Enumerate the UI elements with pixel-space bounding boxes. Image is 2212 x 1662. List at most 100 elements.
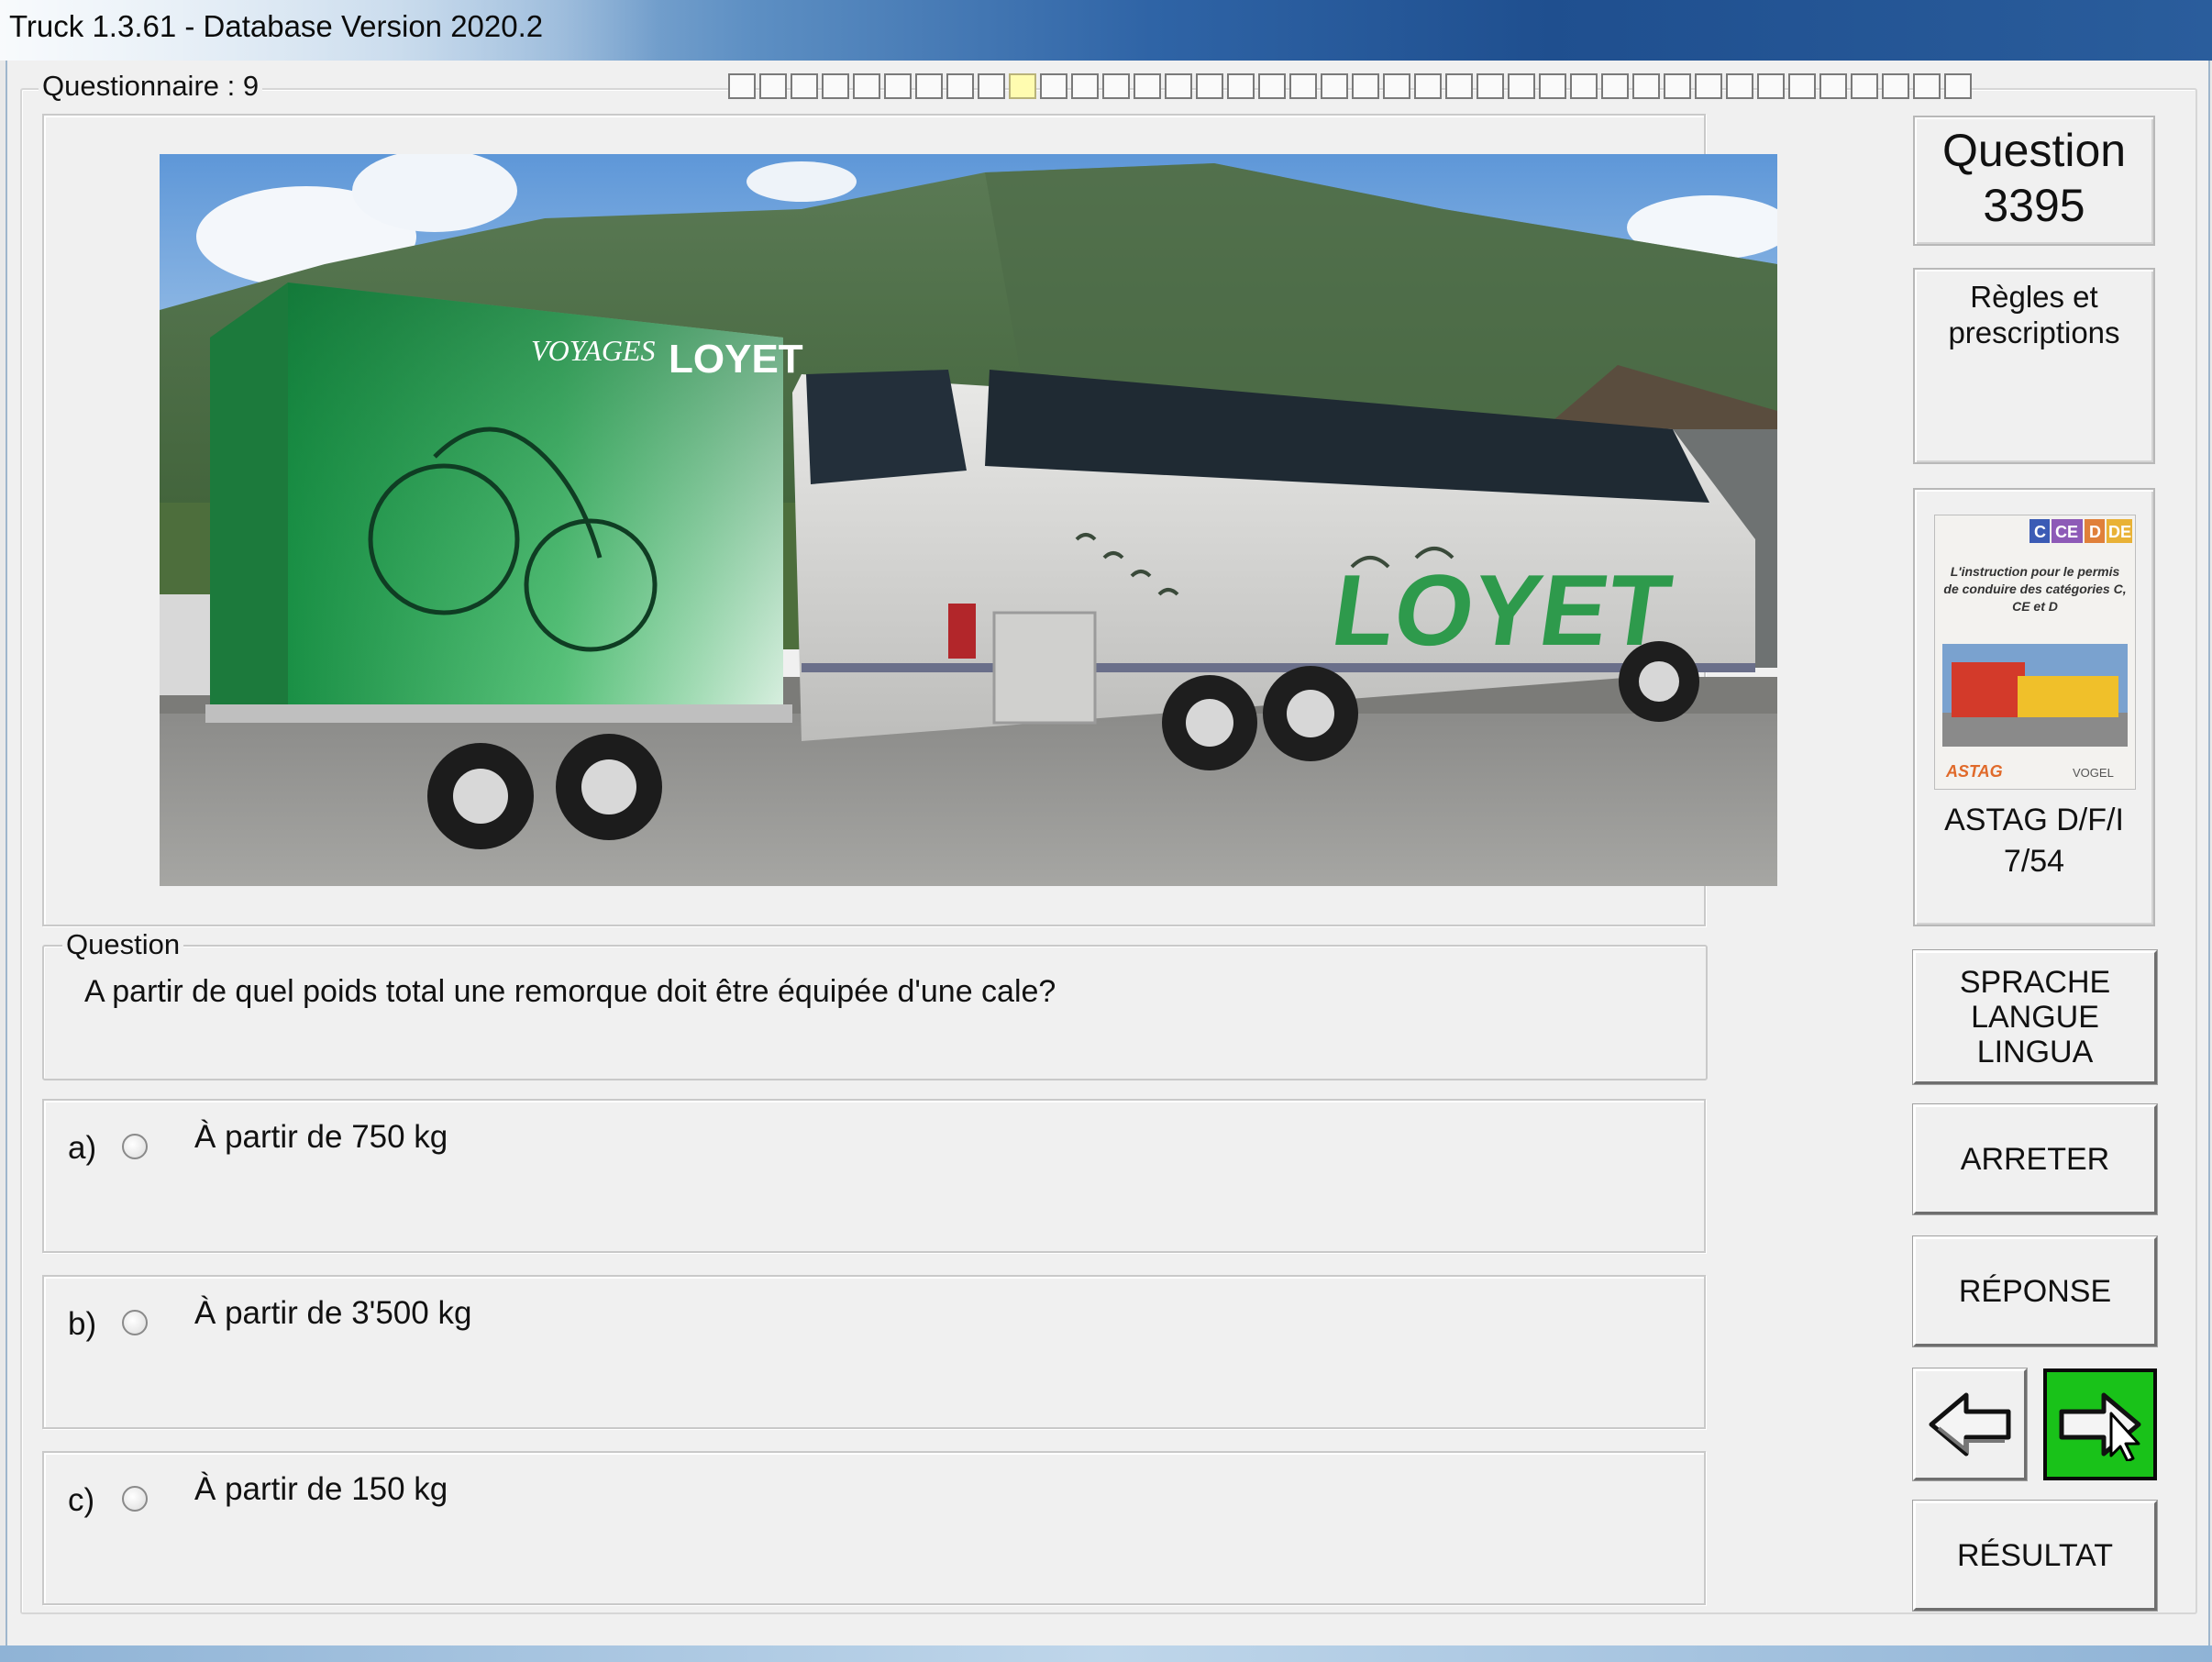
progress-segment <box>1944 73 1972 99</box>
progress-segment <box>1102 73 1130 99</box>
progress-segment <box>884 73 912 99</box>
progress-segment <box>1851 73 1878 99</box>
window-bottom-border <box>0 1645 2212 1662</box>
progress-segment <box>1539 73 1566 99</box>
question-text: A partir de quel poids total une remorqu… <box>84 974 1056 1009</box>
astag-book-cover: C CE D DE L'instruction pour le permis d… <box>1934 515 2136 790</box>
language-line-2: LANGUE <box>1971 1000 2099 1035</box>
question-legend: Question <box>62 928 184 961</box>
progress-segment <box>1196 73 1223 99</box>
answer-a-letter: a) <box>68 1130 97 1166</box>
book-logo-right: VOGEL <box>2073 766 2114 780</box>
window-title: Truck 1.3.61 - Database Version 2020.2 <box>9 9 544 43</box>
question-word: Question <box>1941 125 2127 176</box>
bus-hub <box>1287 690 1334 737</box>
progress-segment <box>1508 73 1535 99</box>
answer-a-text[interactable]: À partir de 750 kg <box>194 1119 448 1156</box>
trailer-frame <box>205 704 792 723</box>
answer-b-radio[interactable] <box>122 1310 148 1335</box>
progress-segment <box>1227 73 1255 99</box>
book-bus <box>2018 676 2118 717</box>
progress-segment <box>1321 73 1348 99</box>
trailer-hub <box>453 769 508 824</box>
bus-hub <box>1639 661 1679 702</box>
rules-box[interactable]: Règles et prescriptions <box>1913 268 2155 464</box>
progress-segment <box>1383 73 1410 99</box>
progress-segment <box>1477 73 1504 99</box>
book-photo-road <box>1942 713 2128 747</box>
progress-segment <box>915 73 943 99</box>
bus-windshield <box>806 370 967 484</box>
progress-segment <box>1289 73 1317 99</box>
book-description: L'instruction pour le permis de conduire… <box>1943 564 2127 614</box>
answer-button[interactable]: RÉPONSE <box>1912 1235 2158 1347</box>
trailer-side <box>210 283 288 714</box>
bus-grille <box>992 611 1097 725</box>
question-number: 3395 <box>1983 180 2085 231</box>
progress-segment <box>1695 73 1722 99</box>
trailer-logo-big: LOYET <box>669 337 803 382</box>
progress-segment <box>1632 73 1660 99</box>
language-line-3: LINGUA <box>1976 1035 2094 1069</box>
progress-segment <box>1726 73 1753 99</box>
progress-segment <box>1165 73 1192 99</box>
answer-b-text[interactable]: À partir de 3'500 kg <box>194 1295 471 1332</box>
progress-segment <box>1788 73 1816 99</box>
next-button[interactable] <box>2043 1368 2157 1480</box>
language-line-1: SPRACHE <box>1959 965 2111 1000</box>
rules-line-2: prescriptions <box>1948 316 2120 349</box>
progress-segment <box>1009 73 1036 99</box>
progress-segment <box>978 73 1005 99</box>
cloud <box>747 161 857 202</box>
arrow-right-icon <box>2059 1392 2141 1461</box>
questionnaire-progress <box>728 73 1972 101</box>
result-button[interactable]: RÉSULTAT <box>1912 1500 2158 1612</box>
astag-line-2: 7/54 <box>2003 844 2065 879</box>
progress-segment <box>1913 73 1941 99</box>
badge-ce-text: CE <box>2055 523 2078 541</box>
progress-segment <box>853 73 880 99</box>
book-truck <box>1952 662 2025 717</box>
progress-segment <box>1134 73 1161 99</box>
book-logo-left: ASTAG <box>1945 762 2003 781</box>
progress-segment <box>1414 73 1442 99</box>
answer-c-text[interactable]: À partir de 150 kg <box>194 1471 448 1508</box>
progress-segment <box>1819 73 1847 99</box>
progress-segment <box>822 73 849 99</box>
rules-line-1: Règles et <box>1970 280 2098 314</box>
questionnaire-label: Questionnaire : 9 <box>39 70 263 103</box>
progress-segment <box>1601 73 1629 99</box>
previous-button[interactable] <box>1912 1368 2028 1481</box>
arrow-left-icon <box>1929 1392 2011 1457</box>
answer-a-radio[interactable] <box>122 1134 148 1159</box>
language-button[interactable]: SPRACHE LANGUE LINGUA <box>1912 949 2158 1085</box>
question-photo: LOYET VOYAGES LOYET <box>160 154 1777 886</box>
progress-segment <box>1445 73 1473 99</box>
road <box>160 704 1777 886</box>
progress-segment <box>946 73 974 99</box>
badge-de-text: DE <box>2108 523 2131 541</box>
progress-segment <box>728 73 756 99</box>
bus-hub <box>1186 699 1233 747</box>
trailer-hub <box>581 759 636 814</box>
answer-b-letter: b) <box>68 1306 97 1342</box>
progress-segment <box>759 73 787 99</box>
answer-c-letter: c) <box>68 1482 95 1518</box>
progress-segment <box>1352 73 1379 99</box>
progress-segment <box>1664 73 1691 99</box>
answer-c-radio[interactable] <box>122 1486 148 1512</box>
parked-car <box>160 594 215 695</box>
progress-segment <box>1071 73 1099 99</box>
bus-headlight <box>948 604 976 659</box>
question-number-box: Question 3395 <box>1913 116 2155 246</box>
progress-segment <box>1757 73 1785 99</box>
bus-logo: LOYET <box>1325 554 1677 666</box>
badge-d-text: D <box>2089 523 2101 541</box>
astag-line-1: ASTAG D/F/I <box>1944 803 2124 837</box>
badge-c-text: C <box>2034 523 2046 541</box>
progress-segment <box>1570 73 1598 99</box>
stop-button[interactable]: ARRETER <box>1912 1103 2158 1215</box>
question-group <box>42 945 1708 1080</box>
progress-segment <box>1258 73 1286 99</box>
progress-segment <box>1882 73 1909 99</box>
